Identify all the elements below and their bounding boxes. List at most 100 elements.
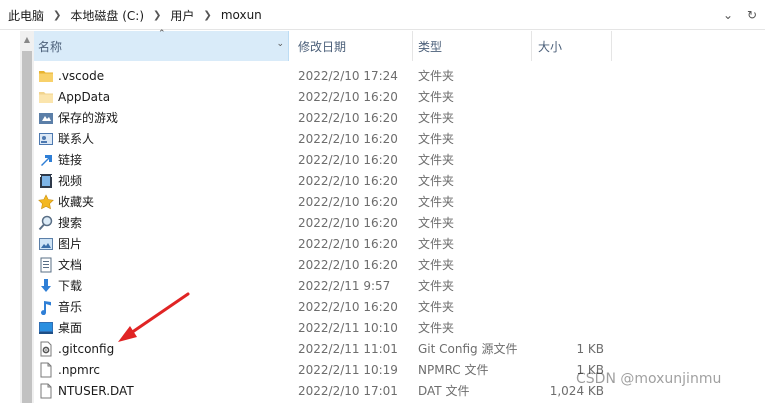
file-name[interactable]: 联系人 [58, 128, 94, 149]
file-row[interactable]: 链接 2022/2/10 16:20 文件夹 [34, 149, 765, 170]
file-row[interactable]: 文档 2022/2/10 16:20 文件夹 [34, 254, 765, 275]
file-size [538, 296, 604, 317]
file-date: 2022/2/10 16:20 [298, 131, 398, 146]
file-size [538, 317, 604, 338]
file-row[interactable]: 收藏夹 2022/2/10 16:20 文件夹 [34, 191, 765, 212]
file-size [538, 170, 604, 191]
file-list-pane: ▲ 名称 ⌃ ⌄ 修改日期 类型 大小 .vscode 2022/2/10 17:… [0, 29, 765, 403]
file-date: 2022/2/11 10:10 [298, 320, 398, 335]
column-header-size[interactable]: 大小 [532, 31, 612, 61]
file-type: 文件夹 [418, 90, 455, 104]
favorites-icon [38, 191, 54, 212]
file-date: 2022/2/11 10:19 [298, 362, 398, 377]
file-type: 文件夹 [418, 111, 455, 125]
chevron-down-icon[interactable]: ⌄ [276, 39, 284, 49]
file-name[interactable]: 桌面 [58, 317, 82, 338]
file-type: 文件夹 [418, 321, 455, 335]
scroll-thumb[interactable] [22, 51, 32, 403]
column-date-label: 修改日期 [298, 39, 347, 54]
file-type: DAT 文件 [418, 384, 470, 398]
file-name[interactable]: 视频 [58, 170, 82, 191]
file-name[interactable]: 搜索 [58, 212, 82, 233]
file-name[interactable]: NTUSER.DAT [58, 380, 134, 401]
file-size [538, 149, 604, 170]
chevron-right-icon[interactable]: ❯ [53, 10, 61, 21]
file-name[interactable]: 文档 [58, 254, 82, 275]
file-row[interactable]: 视频 2022/2/10 16:20 文件夹 [34, 170, 765, 191]
column-header-date[interactable]: 修改日期 [289, 31, 413, 61]
file-name[interactable]: 音乐 [58, 296, 82, 317]
refresh-icon[interactable]: ↻ [743, 5, 761, 25]
music-icon [38, 296, 54, 317]
file-row[interactable]: 桌面 2022/2/11 10:10 文件夹 [34, 317, 765, 338]
vertical-scrollbar[interactable]: ▲ [20, 31, 34, 403]
file-row[interactable]: AppData 2022/2/10 16:20 文件夹 [34, 86, 765, 107]
file-date: 2022/2/10 16:20 [298, 257, 398, 272]
column-header-type[interactable]: 类型 [413, 31, 532, 61]
scroll-up-icon[interactable]: ▲ [20, 35, 34, 47]
file-type: NPMRC 文件 [418, 363, 489, 377]
file-date: 2022/2/10 17:24 [298, 68, 398, 83]
contacts-icon [38, 128, 54, 149]
file-date: 2022/2/10 16:20 [298, 236, 398, 251]
file-date: 2022/2/10 16:20 [298, 89, 398, 104]
breadcrumb-local-disk[interactable]: 本地磁盘 (C:) [70, 7, 144, 24]
file-name[interactable]: 下载 [58, 275, 82, 296]
downloads-icon [38, 275, 54, 296]
file-row[interactable]: 联系人 2022/2/10 16:20 文件夹 [34, 128, 765, 149]
column-header: 名称 ⌃ ⌄ 修改日期 类型 大小 [34, 29, 765, 61]
file-row[interactable]: .gitconfig 2022/2/11 11:01 Git Config 源文件 1… [34, 338, 765, 359]
file-name[interactable]: 保存的游戏 [58, 107, 118, 128]
file-name[interactable]: 链接 [58, 149, 82, 170]
file-type: 文件夹 [418, 69, 455, 83]
file-type: Git Config 源文件 [418, 342, 518, 356]
file-name[interactable]: .npmrc [58, 359, 100, 380]
file-type: 文件夹 [418, 195, 455, 209]
file-date: 2022/2/10 16:20 [298, 299, 398, 314]
column-header-name[interactable]: 名称 ⌃ ⌄ [34, 29, 289, 61]
file-size [538, 128, 604, 149]
links-icon [38, 149, 54, 170]
file-size [538, 107, 604, 128]
file-type: 文件夹 [418, 132, 455, 146]
file-type: 文件夹 [418, 174, 455, 188]
file-row[interactable]: 下载 2022/2/11 9:57 文件夹 [34, 275, 765, 296]
file-row[interactable]: 图片 2022/2/10 16:20 文件夹 [34, 233, 765, 254]
file-name[interactable]: .vscode [58, 65, 104, 86]
chevron-right-icon[interactable]: ❯ [153, 10, 161, 21]
file-type: 文件夹 [418, 279, 455, 293]
breadcrumb: 此电脑 ❯ 本地磁盘 (C:) ❯ 用户 ❯ moxun [8, 7, 262, 23]
breadcrumb-this-pc[interactable]: 此电脑 [8, 7, 44, 24]
chevron-down-icon[interactable]: ⌄ [719, 5, 737, 25]
file-size [538, 275, 604, 296]
file-size: 1 KB [576, 341, 604, 356]
file-row[interactable]: 保存的游戏 2022/2/10 16:20 文件夹 [34, 107, 765, 128]
file-type: 文件夹 [418, 258, 455, 272]
file-type: 文件夹 [418, 216, 455, 230]
file-size [538, 191, 604, 212]
file-name[interactable]: AppData [58, 86, 110, 107]
file-row[interactable]: 音乐 2022/2/10 16:20 文件夹 [34, 296, 765, 317]
file-name[interactable]: 图片 [58, 233, 82, 254]
file-row[interactable]: .vscode 2022/2/10 17:24 文件夹 [34, 65, 765, 86]
file-name[interactable]: .gitconfig [58, 338, 114, 359]
folder-icon [38, 65, 54, 86]
file-name[interactable]: 收藏夹 [58, 191, 94, 212]
file-date: 2022/2/11 11:01 [298, 341, 398, 356]
file-size [538, 86, 604, 107]
file-row[interactable]: 搜索 2022/2/10 16:20 文件夹 [34, 212, 765, 233]
file-size [538, 65, 604, 86]
breadcrumb-users[interactable]: 用户 [170, 7, 194, 24]
file-size [538, 254, 604, 275]
file-icon [38, 359, 54, 380]
file-type: 文件夹 [418, 237, 455, 251]
file-date: 2022/2/10 16:20 [298, 152, 398, 167]
file-date: 2022/2/10 17:01 [298, 383, 398, 398]
breadcrumb-moxun[interactable]: moxun [221, 8, 262, 22]
file-type: 文件夹 [418, 153, 455, 167]
column-size-label: 大小 [538, 39, 563, 54]
chevron-right-icon[interactable]: ❯ [203, 10, 211, 21]
address-bar[interactable]: 此电脑 ❯ 本地磁盘 (C:) ❯ 用户 ❯ moxun ⌄ ↻ [0, 0, 765, 30]
desktop-icon [38, 317, 54, 338]
gear-file-icon [38, 338, 54, 359]
